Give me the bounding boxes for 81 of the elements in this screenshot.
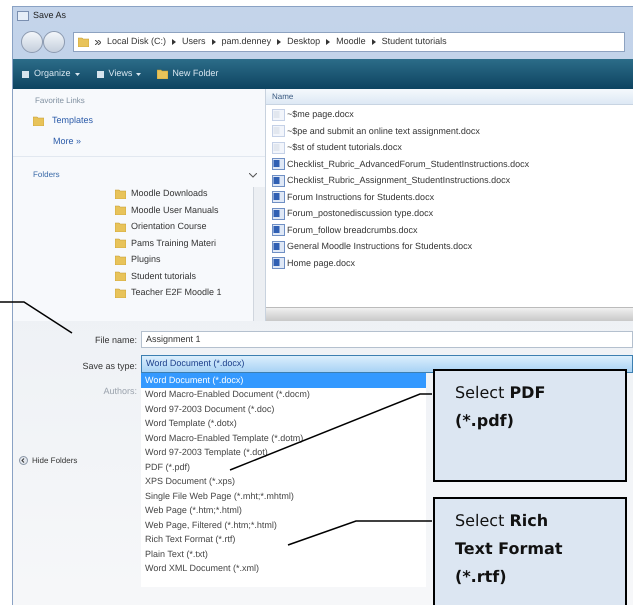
type-option[interactable]: Single File Web Page (*.mht;*.mhtml): [141, 489, 426, 504]
type-option[interactable]: Word Macro-Enabled Document (*.docm): [141, 388, 426, 402]
folder-item[interactable]: Orientation Course: [131, 220, 207, 234]
type-option[interactable]: Web Page, Filtered (*.htm;*.html): [141, 518, 426, 532]
arrow-icon: [172, 39, 176, 45]
breadcrumb[interactable]: Desktop: [287, 35, 320, 49]
section-heading: Folders: [33, 169, 60, 181]
more-link[interactable]: More »: [13, 128, 265, 148]
folder-item[interactable]: Moodle User Manuals: [131, 204, 219, 217]
folder-item[interactable]: Moodle Downloads: [131, 187, 208, 200]
type-option[interactable]: Word Macro-Enabled Template (*.dotm): [141, 431, 426, 446]
type-option[interactable]: Word 97-2003 Document (*.doc): [141, 402, 426, 416]
favorite-link[interactable]: Templates: [52, 114, 94, 128]
file-name[interactable]: Checklist_Rubric_AdvancedForum_StudentInstructions.docx: [287, 158, 530, 171]
folder-icon: [115, 271, 126, 282]
app-icon: [17, 11, 29, 21]
toolbar-button[interactable]: Organize: [21, 67, 80, 81]
address-bar[interactable]: Local Disk (C:) Users pam.denney Desktop Moodle Student tutorials: [73, 32, 625, 52]
dropdown-arrow-icon: [136, 72, 142, 76]
breadcrumb[interactable]: Student tutorials: [382, 35, 447, 49]
type-option[interactable]: Word 97-2003 Template (*.dot): [141, 446, 426, 460]
file-name[interactable]: Checklist_Rubric_Assignment_StudentInstructions.docx: [287, 174, 510, 188]
chevron-icon: [249, 172, 257, 178]
breadcrumb[interactable]: pam.denney: [222, 35, 272, 49]
type-option[interactable]: Web Page (*.htm;*.html): [141, 504, 426, 518]
back-button[interactable]: [21, 31, 43, 53]
type-option[interactable]: XPS Document (*.xps): [141, 474, 426, 489]
folder-item[interactable]: Teacher E2F Moodle 1: [131, 286, 222, 300]
file-name[interactable]: Forum_postonediscussion type.docx: [287, 207, 434, 220]
folder-icon: [115, 205, 126, 216]
file-name[interactable]: Forum Instructions for Students.docx: [287, 190, 434, 204]
breadcrumb[interactable]: Users: [182, 35, 206, 49]
scrollbar[interactable]: [253, 187, 265, 321]
folder-icon: [115, 288, 126, 298]
folder-item[interactable]: Pams Training Materi: [131, 236, 216, 250]
dropdown-arrow-icon: [74, 72, 80, 76]
forward-button[interactable]: [43, 31, 65, 53]
type-option[interactable]: Word XML Document (*.xml): [141, 562, 426, 576]
arrow-icon: [212, 39, 216, 45]
chevron-icon: [19, 456, 28, 465]
folder-item[interactable]: Plugins: [131, 253, 161, 266]
folder-icon: [115, 238, 126, 248]
window-title: Save As: [33, 9, 66, 22]
type-option[interactable]: Plain Text (*.txt): [141, 547, 426, 562]
breadcrumb[interactable]: Local Disk (C:): [107, 35, 166, 49]
folder-icon: [115, 222, 126, 232]
arrow-icon: [326, 39, 330, 45]
file-name[interactable]: General Moodle Instructions for Students.docx: [287, 240, 472, 254]
toolbar-button[interactable]: Views: [96, 67, 142, 81]
field-label: Save as type:: [82, 360, 137, 373]
folder-icon: [33, 116, 44, 126]
file-name[interactable]: ~$me page.docx: [287, 108, 354, 122]
section-heading: Favorite Links: [34, 95, 86, 107]
hide-folders-button[interactable]: Hide Folders: [19, 454, 78, 466]
callout-note: Select Rich Text Format (*.rtf): [433, 497, 627, 605]
column-header[interactable]: Name: [266, 89, 633, 105]
toolbar-button[interactable]: New Folder: [157, 67, 218, 81]
folder-icon: [115, 254, 126, 265]
file-name[interactable]: Forum_follow breadcrumbs.docx: [287, 224, 418, 237]
horizontal-scrollbar[interactable]: [266, 307, 633, 321]
folder-icon: [157, 69, 168, 79]
callout-note: Select PDF (*.pdf): [433, 369, 627, 482]
file-name[interactable]: Home page.docx: [287, 256, 356, 270]
field-label: File name:: [94, 334, 137, 347]
chevron-icon: [95, 40, 101, 44]
tool-icon: [21, 70, 30, 78]
folder-icon: [78, 37, 89, 47]
breadcrumb[interactable]: Moodle: [336, 35, 366, 49]
save-type-field[interactable]: Word Document (*.docx): [141, 355, 633, 373]
arrow-icon: [372, 39, 376, 45]
folder-item[interactable]: Student tutorials: [131, 270, 196, 283]
type-option[interactable]: Rich Text Format (*.rtf): [141, 532, 426, 547]
tool-icon: [96, 70, 105, 78]
file-name[interactable]: ~$st of student tutorials.docx: [287, 141, 402, 154]
type-option[interactable]: PDF (*.pdf): [141, 460, 426, 474]
file-name[interactable]: ~$pe and submit an online text assignment.docx: [287, 124, 480, 138]
folder-icon: [115, 188, 126, 199]
field-label: Authors:: [103, 385, 137, 398]
type-option[interactable]: Word Template (*.dotx): [141, 416, 426, 431]
arrow-icon: [277, 39, 282, 45]
file-name-field[interactable]: Assignment 1: [141, 331, 633, 348]
